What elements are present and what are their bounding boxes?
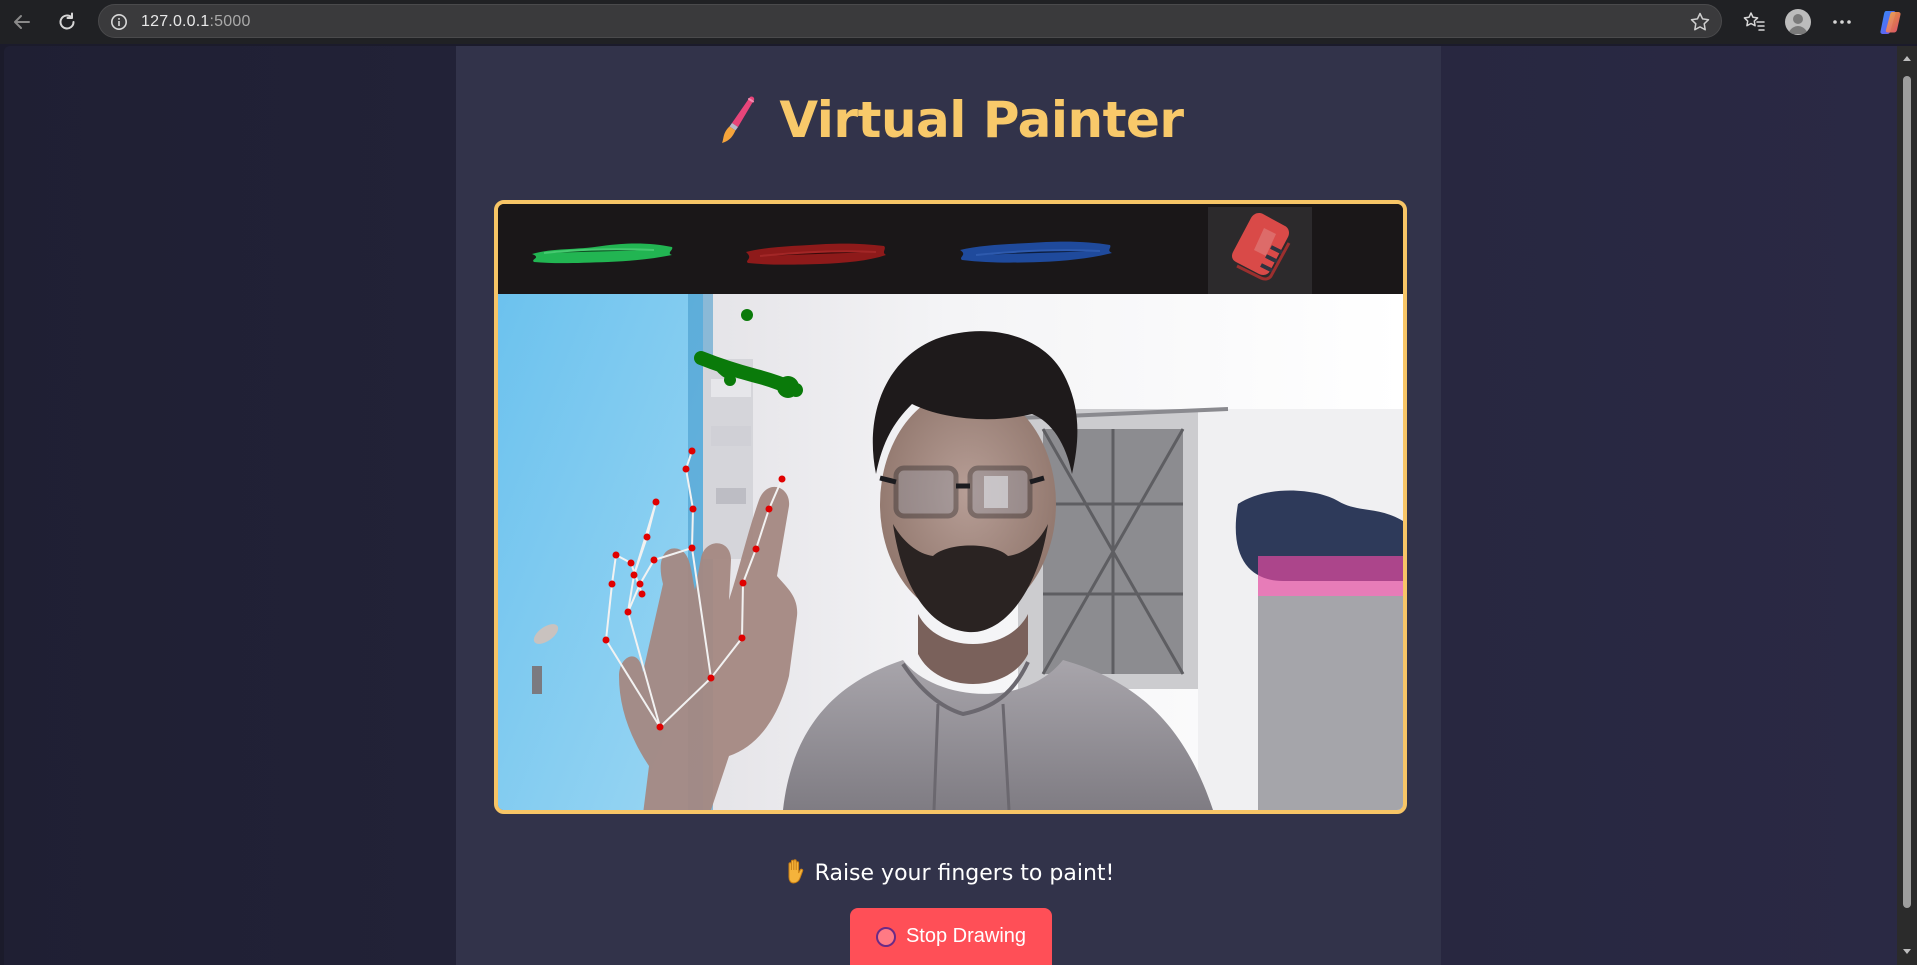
scrollbar-thumb[interactable] (1903, 76, 1911, 908)
browser-toolbar: 127.0.0.1:5000 (0, 0, 1917, 44)
back-arrow-icon[interactable] (9, 9, 35, 35)
star-icon[interactable] (1689, 11, 1711, 33)
scroll-up-icon[interactable] (1901, 52, 1913, 64)
raised-hand-icon (783, 858, 807, 886)
info-icon[interactable] (110, 13, 128, 31)
hint-text: Raise your fingers to paint! (456, 858, 1441, 886)
page-scrollbar[interactable] (1897, 46, 1917, 965)
stop-drawing-button[interactable]: Stop Drawing (850, 908, 1052, 965)
main-panel: Virtual Painter Raise your fingers to pa… (456, 46, 1441, 965)
url-host: 127.0.0.1 (141, 13, 210, 30)
profile-icon[interactable] (1784, 8, 1812, 36)
webcam-feed (498, 294, 1403, 810)
url-port: :5000 (209, 13, 251, 30)
copilot-icon[interactable] (1877, 8, 1905, 36)
reload-icon[interactable] (54, 9, 80, 35)
page-title: Virtual Painter (456, 90, 1441, 150)
address-bar[interactable]: 127.0.0.1:5000 (98, 4, 1722, 38)
url-text: 127.0.0.1:5000 (141, 13, 251, 31)
video-canvas-frame[interactable] (494, 200, 1407, 814)
more-icon[interactable] (1828, 8, 1856, 36)
circle-icon (875, 926, 896, 947)
video-canvas[interactable] (498, 204, 1403, 810)
scroll-down-icon[interactable] (1901, 946, 1913, 958)
eraser-icon[interactable] (1208, 207, 1312, 294)
paintbrush-icon (722, 95, 755, 143)
favorites-icon[interactable] (1740, 8, 1768, 36)
page-viewport: Virtual Painter Raise your fingers to pa… (4, 46, 1897, 965)
title-text: Virtual Painter (779, 91, 1184, 149)
stop-drawing-label: Stop Drawing (905, 925, 1027, 947)
hint-label: Raise your fingers to paint! (814, 861, 1115, 886)
